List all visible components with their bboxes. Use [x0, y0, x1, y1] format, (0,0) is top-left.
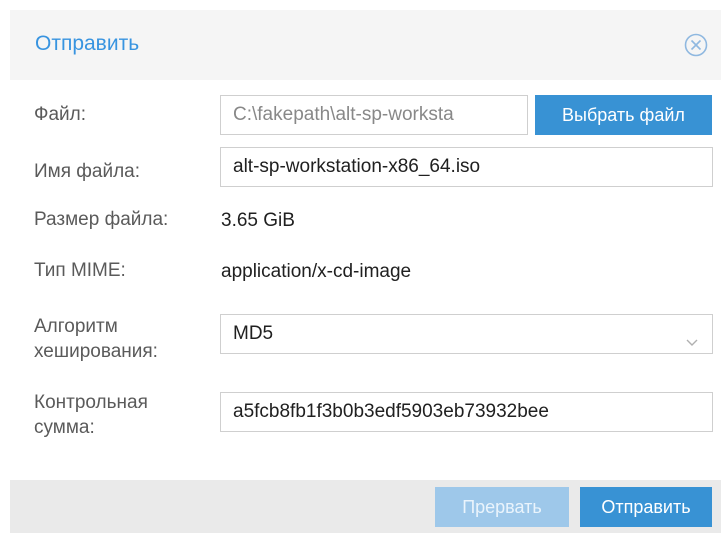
file-label: Файл: — [34, 104, 86, 125]
choose-file-button[interactable]: Выбрать файл — [535, 95, 712, 135]
hash-algorithm-value: MD5 — [233, 323, 274, 344]
filename-label: Имя файла: — [34, 161, 141, 182]
submit-button[interactable]: Отправить — [580, 487, 712, 527]
mime-value: application/x-cd-image — [221, 261, 412, 282]
hash-algorithm-label: Алгоритм хеширования: — [34, 314, 158, 364]
close-icon[interactable] — [683, 32, 709, 58]
filename-input[interactable]: alt-sp-workstation-x86_64.iso — [220, 147, 713, 187]
file-path-field[interactable]: C:\fakepath\alt-sp-worksta — [220, 95, 528, 135]
checksum-label: Контрольная сумма: — [34, 390, 148, 440]
dialog-header: Отправить — [10, 10, 721, 80]
filesize-label: Размер файла: — [34, 209, 169, 230]
checksum-input[interactable]: a5fcb8fb1f3b0b3edf5903eb73932bee — [220, 392, 713, 432]
hash-algorithm-label-line1: Алгоритм — [34, 316, 118, 337]
checksum-label-line1: Контрольная — [34, 392, 148, 413]
dialog-footer: Прервать Отправить — [10, 480, 721, 533]
dialog-title: Отправить — [35, 32, 140, 55]
hash-algorithm-select[interactable]: MD5 — [220, 314, 713, 354]
abort-button[interactable]: Прервать — [435, 487, 569, 527]
upload-dialog: Отправить Файл: C:\fakepath\alt-sp-works… — [10, 0, 721, 533]
hash-algorithm-label-line2: хеширования: — [34, 341, 158, 362]
filesize-value: 3.65 GiB — [221, 210, 295, 231]
checksum-label-line2: сумма: — [34, 417, 95, 438]
chevron-down-icon[interactable] — [684, 326, 700, 346]
mime-label: Тип MIME: — [34, 260, 126, 281]
